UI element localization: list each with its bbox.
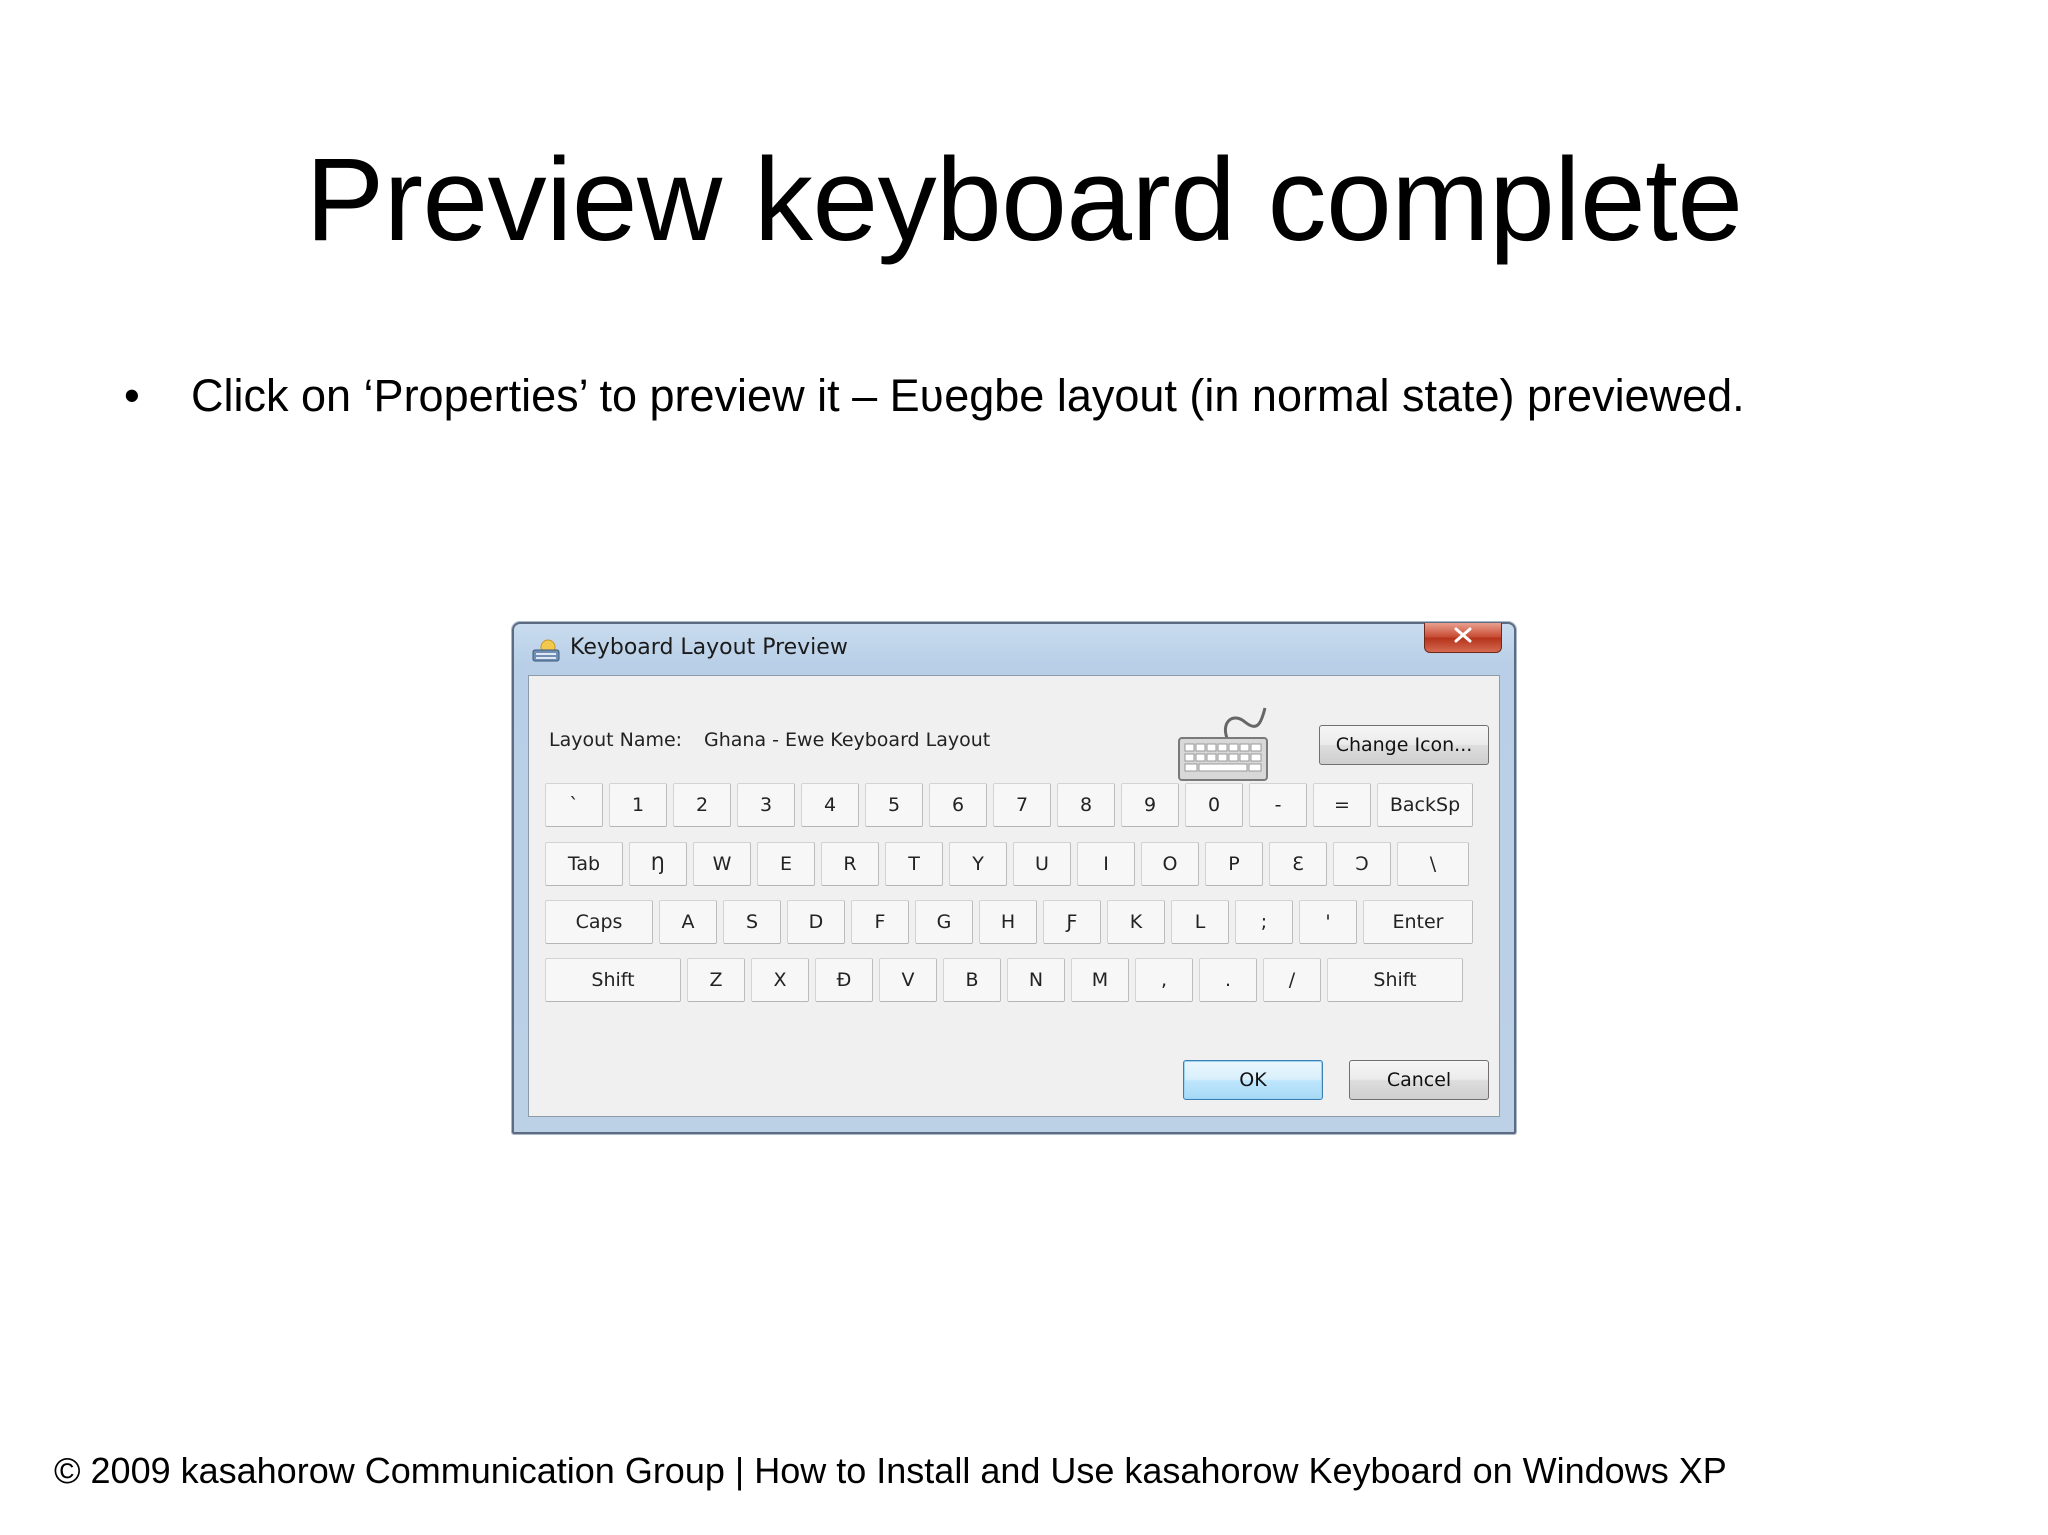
key: A [659,900,717,944]
key: 8 [1057,783,1115,827]
key: I [1077,842,1135,886]
key: 6 [929,783,987,827]
key: ' [1299,900,1357,944]
keyboard-icon [1175,702,1271,784]
slide-title: Preview keyboard complete [305,134,1743,266]
key: D [787,900,845,944]
key: BackSp [1377,783,1473,827]
key: 0 [1185,783,1243,827]
layout-name-value: Ghana - Ewe Keyboard Layout [704,729,991,751]
key: N [1007,958,1065,1002]
key: Y [949,842,1007,886]
keyboard-app-icon [532,638,560,662]
bullet-dot: • [124,370,140,421]
key: G [915,900,973,944]
key: Tab [545,842,623,886]
key: P [1205,842,1263,886]
key: O [1141,842,1199,886]
key: Ɔ [1333,842,1391,886]
key: Caps [545,900,653,944]
key: 1 [609,783,667,827]
layout-name-label: Layout Name: [549,729,683,751]
ok-button[interactable]: OK [1183,1060,1323,1100]
bullet-text: Click on ‘Properties’ to preview it – Eʋ… [191,370,1745,421]
dialog-title: Keyboard Layout Preview [570,635,848,660]
key: Shift [545,958,681,1002]
key: Ŋ [629,842,687,886]
key: U [1013,842,1071,886]
key: - [1249,783,1307,827]
key: H [979,900,1037,944]
key: V [879,958,937,1002]
cancel-button[interactable]: Cancel [1349,1060,1489,1100]
close-icon [1453,627,1473,648]
key: 9 [1121,783,1179,827]
key: E [757,842,815,886]
key: 7 [993,783,1051,827]
key: F [851,900,909,944]
keyboard-layout-preview-dialog: Keyboard Layout Preview Layout Name: Gha… [512,622,1516,1134]
key: Ƒ [1043,900,1101,944]
key: B [943,958,1001,1002]
dialog-body: Layout Name: Ghana - Ewe Keyboard Layout… [528,675,1500,1117]
key: 3 [737,783,795,827]
close-button[interactable] [1424,623,1502,653]
change-icon-button[interactable]: Change Icon... [1319,725,1489,765]
key: = [1313,783,1371,827]
key: ` [545,783,603,827]
key: / [1263,958,1321,1002]
key: R [821,842,879,886]
key: . [1199,958,1257,1002]
key: L [1171,900,1229,944]
key: W [693,842,751,886]
key: T [885,842,943,886]
key: 4 [801,783,859,827]
key: Ɛ [1269,842,1327,886]
key: K [1107,900,1165,944]
key: S [723,900,781,944]
key: \ [1397,842,1469,886]
dialog-titlebar[interactable]: Keyboard Layout Preview [514,623,1514,674]
key: 2 [673,783,731,827]
key: Shift [1327,958,1463,1002]
key: M [1071,958,1129,1002]
key: Z [687,958,745,1002]
key: Ɖ [815,958,873,1002]
key: , [1135,958,1193,1002]
slide-footer: © 2009 kasahorow Communication Group | H… [54,1450,1727,1491]
key: 5 [865,783,923,827]
key: Enter [1363,900,1473,944]
key: ; [1235,900,1293,944]
key: X [751,958,809,1002]
